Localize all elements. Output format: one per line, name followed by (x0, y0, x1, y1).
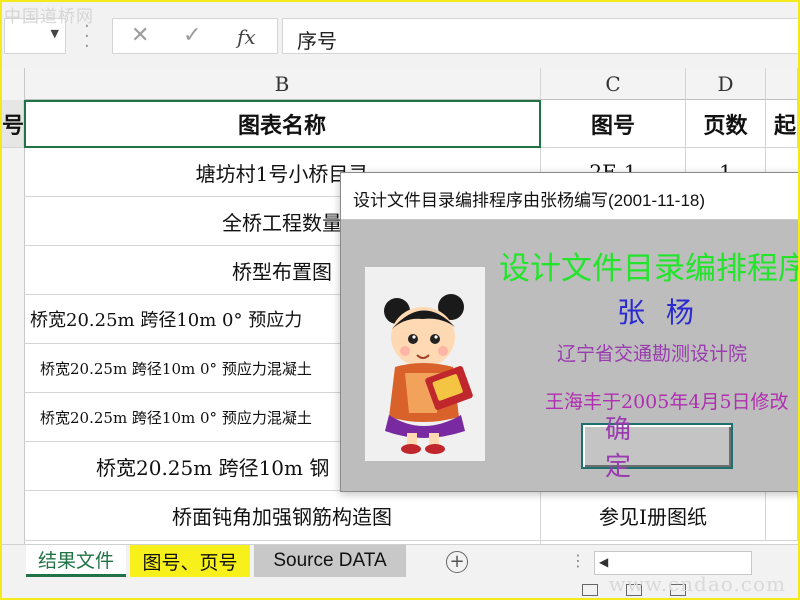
column-header-c[interactable]: C (541, 68, 686, 100)
dialog-title-bar[interactable]: 设计文件目录编排程序由张杨编写(2001-11-18) (341, 173, 800, 220)
sheet-tab-numbers[interactable]: 图号、页号 (130, 545, 250, 577)
ok-button[interactable]: 确 定 (581, 415, 733, 482)
add-sheet-button[interactable]: + (446, 551, 468, 573)
table-row-8-name[interactable]: 桥面钝角加强钢筋构造图 (24, 491, 541, 541)
enter-icon[interactable]: ✓ (183, 23, 201, 48)
dialog-headline: 设计文件目录编排程序 (499, 251, 800, 287)
cancel-icon[interactable]: ✕ (131, 23, 149, 48)
column-header-b[interactable]: B (24, 68, 541, 100)
dialog-organization: 辽宁省交通勘测设计院 (557, 343, 748, 365)
header-cell-name[interactable]: 图表名称 (24, 100, 541, 148)
header-cell-number[interactable]: 图号 (541, 100, 686, 148)
about-dialog: 设计文件目录编排程序由张杨编写(2001-11-18) 设计文件目录编排程序 张… (340, 172, 800, 492)
formula-bar: ▼ · · · ✕ ✓ fx 序号 (2, 0, 800, 68)
column-header-d[interactable]: D (686, 68, 766, 100)
watermark-bottom: www.cndao.com (608, 572, 786, 596)
formula-input[interactable]: 序号 (282, 18, 800, 54)
sheet-tab-results[interactable]: 结果文件 (26, 545, 126, 577)
dialog-author: 张 杨 (617, 296, 700, 329)
table-row-8-number[interactable]: 参见I册图纸 (541, 491, 766, 541)
header-cell-pages[interactable]: 页数 (686, 100, 766, 148)
table-row-8-end[interactable] (766, 491, 798, 541)
watermark-top: 中国道桥网 (4, 7, 94, 27)
dialog-title: 设计文件目录编排程序由张杨编写(2001-11-18) (353, 191, 706, 210)
header-cell-start[interactable]: 起 (766, 100, 798, 148)
formula-content: 序号 (297, 29, 337, 53)
cartoon-girl-image (365, 267, 485, 461)
formula-buttons: ✕ ✓ fx (112, 18, 278, 54)
tab-split-handle[interactable]: ⋮ (570, 551, 586, 570)
header-cell-a[interactable]: 号 (2, 100, 24, 148)
column-header-e[interactable] (766, 68, 798, 100)
insert-function-icon[interactable]: fx (237, 25, 256, 49)
scroll-left-icon[interactable]: ◀ (599, 555, 608, 569)
normal-view-icon[interactable] (582, 584, 598, 596)
chevron-down-icon[interactable]: ▼ (51, 27, 59, 40)
ok-button-label: 确 定 (605, 415, 654, 482)
sheet-tab-source-data[interactable]: Source DATA (254, 545, 406, 577)
